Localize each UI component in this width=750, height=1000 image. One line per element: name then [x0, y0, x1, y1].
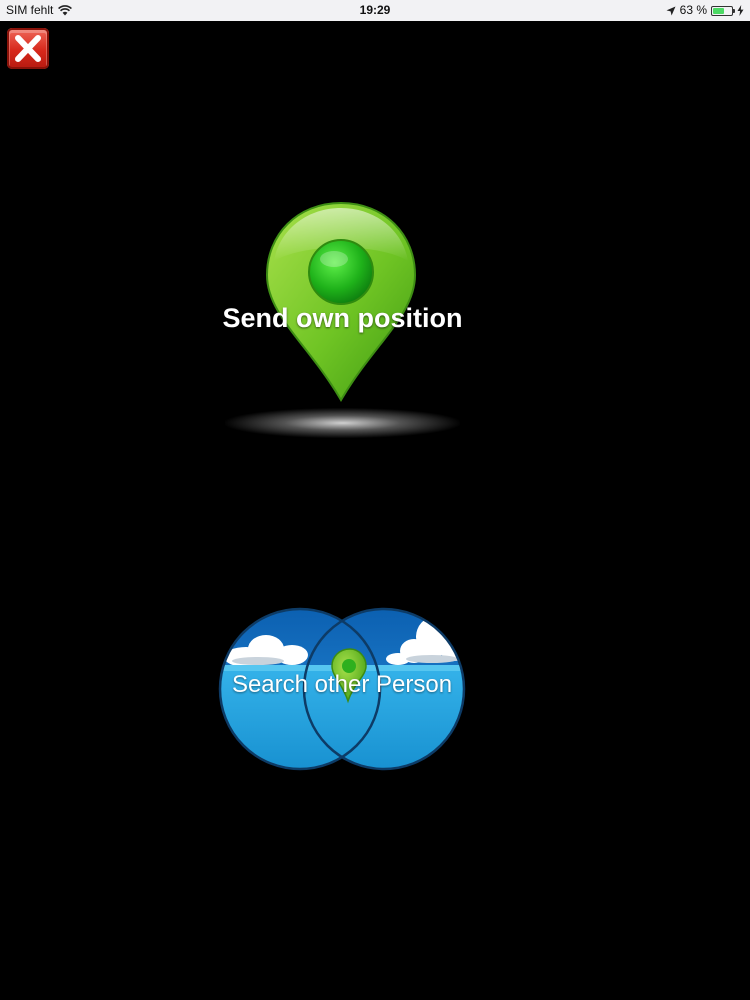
search-other-person-label: Search other Person [231, 671, 453, 698]
battery-icon [711, 5, 735, 16]
status-bar: SIM fehlt 19:29 63 % [0, 0, 750, 21]
search-other-person-button[interactable]: Search other Person [218, 605, 466, 773]
send-own-position-button[interactable]: Send own position [215, 195, 470, 445]
charging-icon [737, 5, 744, 16]
status-right: 63 % [666, 0, 744, 21]
close-icon [15, 35, 41, 62]
battery-level-fill [713, 7, 725, 14]
send-own-position-label: Send own position [222, 303, 463, 333]
location-arrow-icon [666, 6, 676, 16]
status-time: 19:29 [359, 3, 391, 17]
battery-percent: 63 % [679, 3, 707, 17]
close-button[interactable] [7, 28, 49, 69]
location-pin-icon [265, 201, 417, 402]
pin-shadow [225, 408, 460, 438]
